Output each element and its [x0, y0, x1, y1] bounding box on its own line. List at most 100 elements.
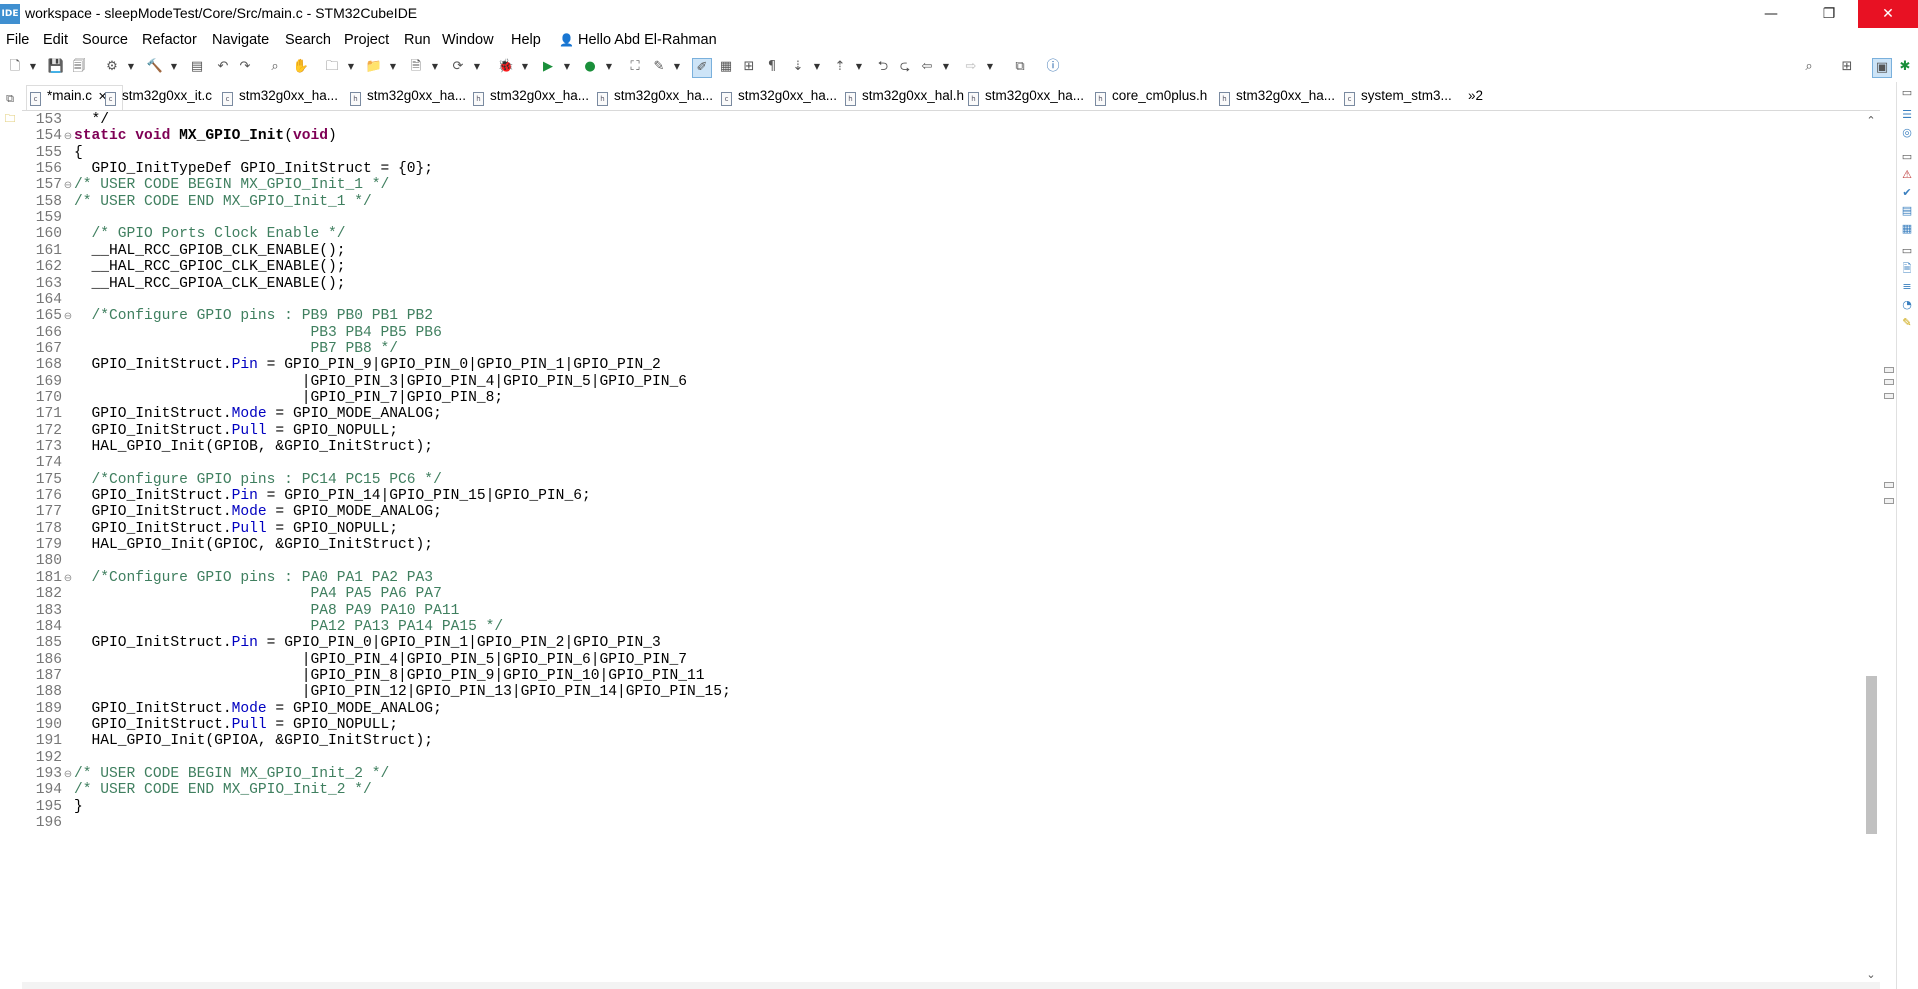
minimize-icon[interactable]: ▭ — [1900, 150, 1914, 164]
restore-button[interactable]: ❐ — [1800, 0, 1858, 28]
debug-perspective-icon[interactable]: ✱ — [1896, 58, 1914, 76]
binary-icon[interactable]: ▤ — [188, 58, 206, 76]
code-line[interactable]: 166 PB3 PB4 PB5 PB6 — [22, 325, 442, 341]
chevron-down-icon[interactable]: ▼ — [520, 58, 530, 76]
prev-annotation-icon[interactable]: ⇡ — [831, 58, 849, 76]
code-line[interactable]: 178 GPIO_InitStruct.Pull = GPIO_NOPULL; — [22, 521, 398, 537]
chevron-down-icon[interactable]: ▼ — [430, 58, 440, 76]
run-icon[interactable]: ▶ — [539, 58, 557, 76]
redo-icon[interactable]: ↷ — [236, 58, 254, 76]
chevron-down-icon[interactable]: ▼ — [812, 58, 822, 76]
code-line[interactable]: 192 — [22, 750, 74, 766]
minimize-icon[interactable]: ▭ — [1900, 86, 1914, 100]
code-line[interactable]: 155 { — [22, 145, 83, 161]
editor-tab[interactable]: h stm32g0xx_ha... — [968, 88, 1084, 106]
block-selection-icon[interactable]: ▦ — [717, 58, 735, 76]
undo-icon[interactable]: ↶ — [214, 58, 232, 76]
code-line[interactable]: 160 /* GPIO Ports Clock Enable */ — [22, 226, 346, 242]
code-line[interactable]: 164 — [22, 292, 74, 308]
cpp-perspective-icon[interactable]: ▣ — [1872, 58, 1892, 78]
code-line[interactable]: 165 ⊖ /*Configure GPIO pins : PB9 PB0 PB1… — [22, 308, 433, 324]
editor-tab[interactable]: h stm32g0xx_ha... — [597, 88, 713, 106]
outline-icon[interactable]: ☰ — [1900, 108, 1914, 122]
code-line[interactable]: 196 — [22, 815, 74, 831]
registers-icon[interactable]: ≡ — [1900, 280, 1914, 294]
live-expressions-icon[interactable]: ◔ — [1900, 298, 1914, 312]
editor-tab[interactable]: h stm32g0xx_ha... — [350, 88, 466, 106]
chevron-down-icon[interactable]: ▼ — [169, 58, 179, 76]
build-settings-icon[interactable]: ⚙ — [103, 58, 121, 76]
code-line[interactable]: 156 GPIO_InitTypeDef GPIO_InitStruct = {… — [22, 161, 433, 177]
scroll-down-icon[interactable]: ⌄ — [1864, 968, 1878, 982]
code-line[interactable]: 177 GPIO_InitStruct.Mode = GPIO_MODE_ANA… — [22, 504, 442, 520]
chevron-down-icon[interactable]: ▼ — [346, 58, 356, 76]
code-line[interactable]: 170 |GPIO_PIN_7|GPIO_PIN_8; — [22, 390, 503, 406]
code-line[interactable]: 195} — [22, 799, 83, 815]
code-line[interactable]: 187 |GPIO_PIN_8|GPIO_PIN_9|GPIO_PIN_10|G… — [22, 668, 705, 684]
menu-project[interactable]: Project — [344, 32, 389, 48]
editor-tab[interactable]: c stm32g0xx_ha... — [222, 88, 338, 106]
chevron-down-icon[interactable]: ▼ — [854, 58, 864, 76]
code-line[interactable]: 181 ⊖ /*Configure GPIO pins : PA0 PA1 PA2… — [22, 570, 433, 586]
info-icon[interactable]: ⓘ — [1044, 58, 1062, 76]
console-icon[interactable]: ▤ — [1900, 204, 1914, 218]
next-annotation-icon[interactable]: ⇣ — [789, 58, 807, 76]
ruler-mark[interactable] — [1884, 393, 1894, 399]
forward-icon[interactable]: ⇨ — [962, 58, 980, 76]
new-file-icon[interactable]: 🗋 — [6, 58, 24, 76]
chevron-down-icon[interactable]: ▼ — [985, 58, 995, 76]
vertical-scrollbar[interactable]: ⌃ ⌄ — [1862, 112, 1880, 984]
menu-file[interactable]: File — [6, 32, 29, 48]
properties-icon[interactable]: ▦ — [1900, 222, 1914, 236]
build-targets-icon[interactable]: ◎ — [1900, 126, 1914, 140]
code-line[interactable]: 191 HAL_GPIO_Init(GPIOA, &GPIO_InitStruc… — [22, 733, 433, 749]
chevron-down-icon[interactable]: ▼ — [604, 58, 614, 76]
editor-tab[interactable]: c stm32g0xx_it.c — [105, 88, 212, 106]
code-line[interactable]: 161 __HAL_RCC_GPIOB_CLK_ENABLE(); — [22, 243, 346, 259]
menu-source[interactable]: Source — [82, 32, 128, 48]
code-line[interactable]: 158 /* USER CODE END MX_GPIO_Init_1 */ — [22, 194, 372, 210]
tasks-icon[interactable]: ✔ — [1900, 186, 1914, 200]
code-line[interactable]: 193 ⊖/* USER CODE BEGIN MX_GPIO_Init_2 */ — [22, 766, 390, 782]
code-line[interactable]: 153 */ — [22, 112, 109, 128]
new-class-icon[interactable]: 🗎 — [407, 58, 425, 76]
chevron-down-icon[interactable]: ▼ — [126, 58, 136, 76]
open-perspective-icon[interactable]: ⧉ — [1011, 58, 1029, 76]
code-line[interactable]: 174 — [22, 455, 74, 471]
menu-navigate[interactable]: Navigate — [212, 32, 269, 48]
code-line[interactable]: 183 PA8 PA9 PA10 PA11 — [22, 603, 460, 619]
code-line[interactable]: 179 HAL_GPIO_Init(GPIOC, &GPIO_InitStruc… — [22, 537, 433, 553]
chevron-down-icon[interactable]: ▼ — [28, 58, 38, 76]
hand-icon[interactable]: ✋ — [292, 58, 310, 76]
editor-tab[interactable]: »2 — [1468, 88, 1483, 103]
wand-icon[interactable]: ✎ — [650, 58, 668, 76]
new-folder-icon[interactable]: 📁 — [365, 58, 383, 76]
editor-tab[interactable]: c system_stm3... — [1344, 88, 1452, 106]
code-line[interactable]: 190 GPIO_InitStruct.Pull = GPIO_NOPULL; — [22, 717, 398, 733]
project-explorer-icon[interactable]: 🗀 — [1, 110, 19, 128]
code-line[interactable]: 162 __HAL_RCC_GPIOC_CLK_ENABLE(); — [22, 259, 346, 275]
refresh-icon[interactable]: ⟳ — [449, 58, 467, 76]
code-line[interactable]: 163 __HAL_RCC_GPIOA_CLK_ENABLE(); — [22, 276, 346, 292]
editor-tab[interactable]: h core_cm0plus.h — [1095, 88, 1207, 106]
code-line[interactable]: 154 ⊖ static void MX_GPIO_Init(void) — [22, 128, 337, 144]
chevron-down-icon[interactable]: ▼ — [941, 58, 951, 76]
menu-window[interactable]: Window — [442, 32, 494, 48]
memory-icon[interactable]: 🗎 — [1900, 262, 1914, 276]
menu-run[interactable]: Run — [404, 32, 431, 48]
code-line[interactable]: 182 PA4 PA5 PA6 PA7 — [22, 586, 442, 602]
horizontal-scrollbar[interactable] — [22, 982, 1880, 989]
code-line[interactable]: 172 GPIO_InitStruct.Pull = GPIO_NOPULL; — [22, 423, 398, 439]
chevron-down-icon[interactable]: ▼ — [388, 58, 398, 76]
code-line[interactable]: 167 PB7 PB8 */ — [22, 341, 398, 357]
ruler-mark[interactable] — [1884, 379, 1894, 385]
close-window-button[interactable]: ✕ — [1858, 0, 1918, 28]
problems-icon[interactable]: ⚠ — [1900, 168, 1914, 182]
code-line[interactable]: 188 |GPIO_PIN_12|GPIO_PIN_13|GPIO_PIN_14… — [22, 684, 731, 700]
word-wrap-icon[interactable]: ⊞ — [740, 58, 758, 76]
ruler-mark[interactable] — [1884, 498, 1894, 504]
code-line[interactable]: 169 |GPIO_PIN_3|GPIO_PIN_4|GPIO_PIN_5|GP… — [22, 374, 687, 390]
search-refs-icon[interactable]: ⌕ — [266, 58, 284, 76]
code-line[interactable]: 168 GPIO_InitStruct.Pin = GPIO_PIN_9|GPI… — [22, 357, 661, 373]
menu-help[interactable]: Help — [511, 32, 541, 48]
